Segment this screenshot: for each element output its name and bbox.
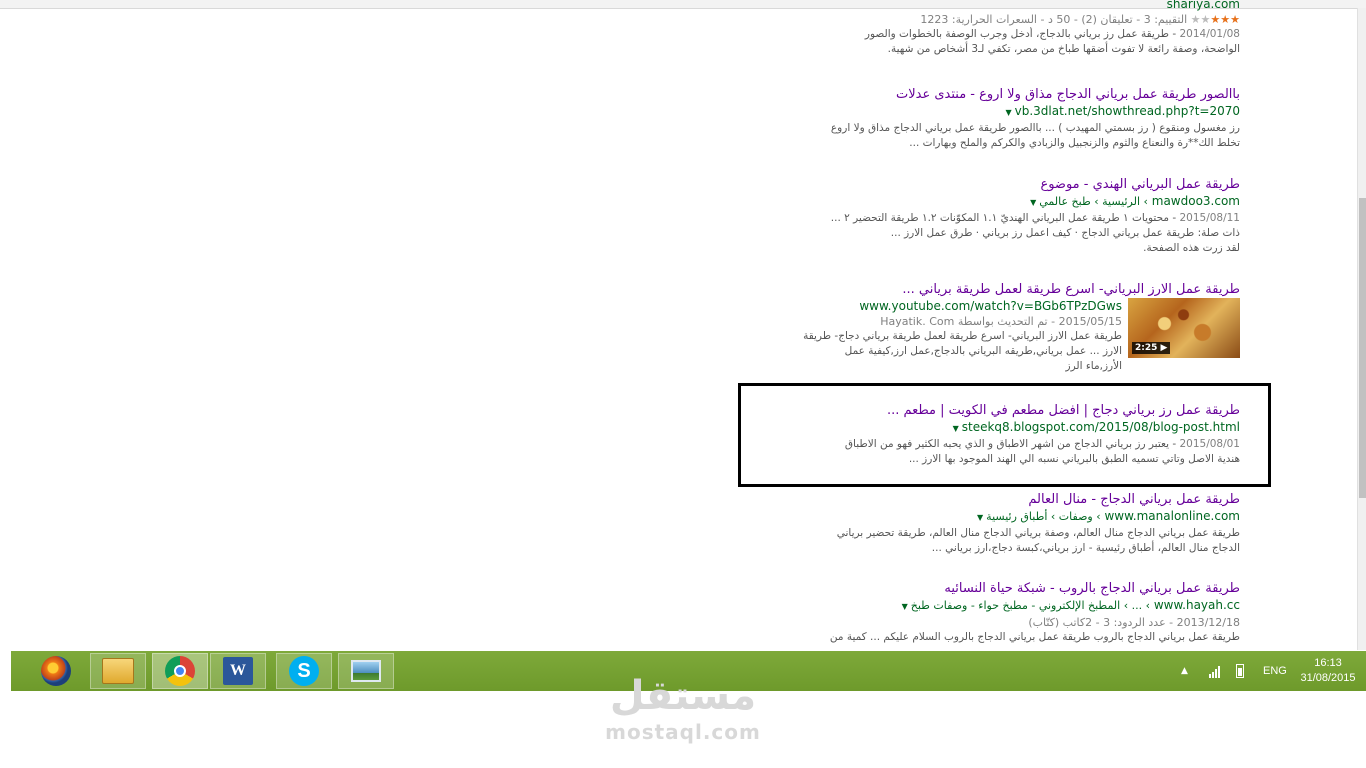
taskbar-chrome-button[interactable]	[152, 653, 208, 689]
firefox-icon	[41, 656, 71, 686]
highlight-rectangle	[738, 383, 1271, 487]
mostaql-watermark: مستقل mostaql.com	[560, 672, 806, 744]
network-signal-icon[interactable]	[1209, 651, 1225, 691]
dropdown-arrow-icon[interactable]: ▼	[977, 513, 983, 522]
result-snippet: طريقة عمل برياني الدجاج بالروب طريقة عمل…	[829, 631, 1240, 643]
result-title-link[interactable]: طريقة عمل برياني الدجاج بالروب - شبكة حي…	[760, 580, 1240, 597]
watermark-arabic: مستقل	[609, 673, 757, 719]
dropdown-arrow-icon[interactable]: ▼	[902, 602, 908, 611]
result-url[interactable]: www.hayah.cc › ... › المطبخ الإلكتروني -…	[760, 597, 1240, 615]
photo-viewer-icon	[351, 660, 381, 682]
result-meta: 2013/12/18 - عدد الردود: 3 - 2كاتب (كتّا…	[1028, 616, 1240, 629]
battery-icon[interactable]	[1236, 651, 1244, 691]
result-snippet: طريقة عمل الارز البرياني- اسرع طريقة لعم…	[803, 330, 1122, 372]
taskbar-firefox-button[interactable]	[28, 653, 84, 689]
result-title-link[interactable]: طريقة عمل البرياني الهندي - موضوع	[760, 176, 1240, 193]
language-indicator[interactable]: ENG	[1263, 651, 1287, 691]
search-result: طريقة عمل برياني الدجاج - منال العالم ww…	[760, 491, 1240, 556]
result-title-link[interactable]: طريقة عمل برياني الدجاج - منال العالم	[760, 491, 1240, 508]
taskbar-word-button[interactable]: W	[210, 653, 266, 689]
taskbar-photo-viewer-button[interactable]	[338, 653, 394, 689]
show-hidden-icons-button[interactable]: ▲	[1181, 651, 1188, 691]
chrome-icon	[165, 656, 195, 686]
watermark-latin: mostaql.com	[605, 720, 761, 744]
result-snippet: 2015/08/11 - محتويات ١ طريقة عمل البريان…	[830, 212, 1240, 254]
rating-stars: ★★★★★	[1190, 13, 1240, 26]
result-rating: ★★★★★ التقييم: 3 - تعليقان (2) - 50 د - …	[920, 13, 1240, 26]
skype-icon: S	[289, 656, 319, 686]
dropdown-arrow-icon[interactable]: ▼	[1030, 198, 1036, 207]
word-icon: W	[223, 657, 253, 685]
search-result: طريقة عمل البرياني الهندي - موضوع mawdoo…	[760, 176, 1240, 256]
taskbar-skype-button[interactable]: S	[276, 653, 332, 689]
scrollbar-thumb[interactable]	[1359, 198, 1366, 498]
result-snippet: رز مغسول ومنقوع ( رز بسمتي المهيدب ) ...…	[830, 122, 1240, 149]
result-snippet: طريقة عمل برياني الدجاج منال العالم، وصف…	[836, 527, 1240, 554]
search-result-video: طريقة عمل الارز البرياني- اسرع طريقة لعم…	[760, 281, 1240, 381]
result-title-link[interactable]: باالصور طريقة عمل برياني الدجاج مذاق ولا…	[760, 86, 1240, 103]
clock-date: 31/08/2015	[1300, 672, 1356, 684]
file-explorer-icon	[102, 658, 134, 684]
result-url[interactable]: shariya.com	[760, 0, 1240, 12]
clock-time: 16:13	[1314, 657, 1342, 669]
result-url[interactable]: mawdoo3.com › الرئيسية › طبخ عالمي▼	[760, 193, 1240, 211]
video-thumbnail[interactable]: 2:25 ▶	[1128, 298, 1240, 358]
result-url[interactable]: vb.3dlat.net/showthread.php?t=2070▼	[760, 103, 1240, 121]
search-results: shariya.com ★★★★★ التقييم: 3 - تعليقان (…	[760, 0, 1240, 650]
dropdown-arrow-icon[interactable]: ▼	[1005, 108, 1011, 117]
taskbar-explorer-button[interactable]	[90, 653, 146, 689]
search-result: shariya.com ★★★★★ التقييم: 3 - تعليقان (…	[760, 0, 1240, 57]
result-url[interactable]: www.manalonline.com › وصفات › أطباق رئيس…	[760, 508, 1240, 526]
system-clock[interactable]: 16:13 31/08/2015	[1295, 656, 1361, 686]
search-result: باالصور طريقة عمل برياني الدجاج مذاق ولا…	[760, 86, 1240, 151]
search-result: طريقة عمل برياني الدجاج بالروب - شبكة حي…	[760, 580, 1240, 645]
vertical-scrollbar[interactable]	[1357, 8, 1366, 650]
result-url[interactable]: www.youtube.com/watch?v=BGb6TPzDGws	[760, 298, 1122, 314]
video-duration: 2:25 ▶	[1132, 342, 1171, 354]
result-meta: 2015/05/15 - تم التحديث بواسطة Hayatik. …	[880, 315, 1122, 328]
result-title-link[interactable]: طريقة عمل الارز البرياني- اسرع طريقة لعم…	[760, 281, 1240, 298]
result-snippet: 2014/01/08 - طريقة عمل رز برياني بالدجاج…	[864, 28, 1240, 55]
